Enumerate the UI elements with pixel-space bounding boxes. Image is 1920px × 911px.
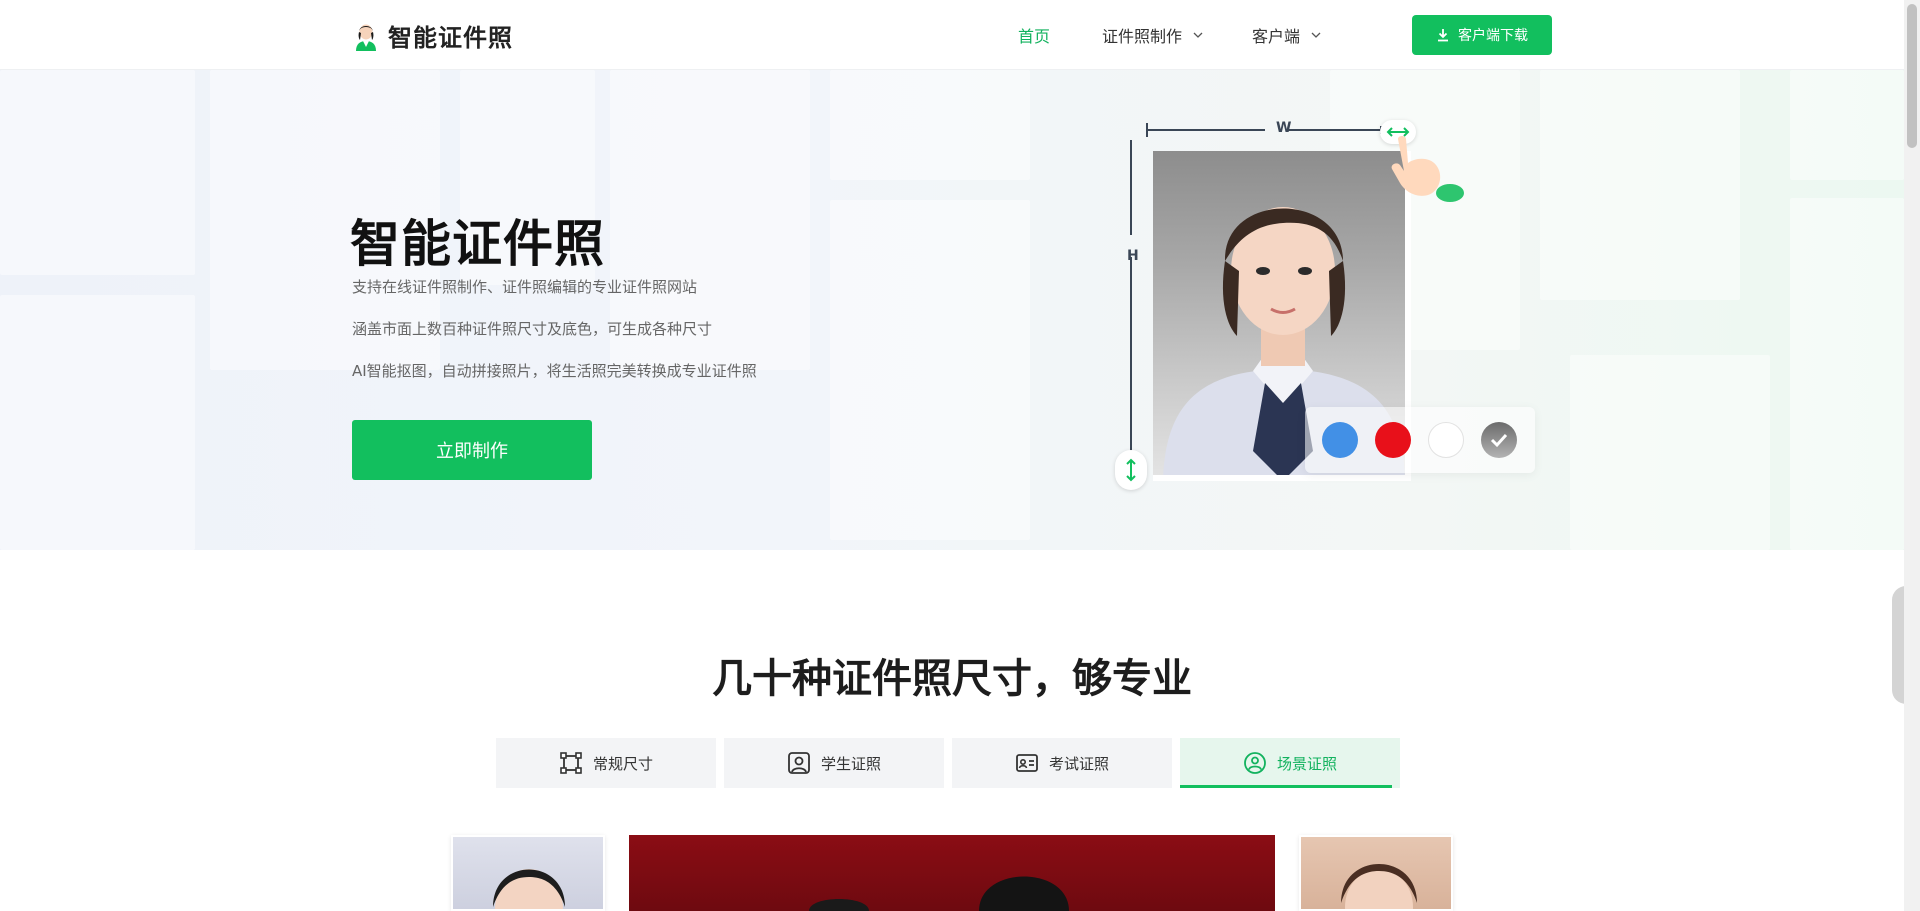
start-making-button[interactable]: 立即制作 [352,420,592,480]
sample-photo-center [629,835,1275,911]
site-logo[interactable]: 智能证件照 [352,18,513,53]
main-nav: 首页 证件照制作 客户端 [1018,0,1322,70]
swatch-white[interactable] [1428,422,1464,458]
bg-tile [0,70,195,275]
portrait-figure [493,869,565,909]
id-photo-illustration: W H [1105,115,1535,500]
bg-tile [0,295,195,550]
hero-description-2: 涵盖市面上数百种证件照尺寸及底色，可生成各种尺寸 [352,320,713,338]
tab-student-photo[interactable]: 学生证照 [724,738,944,788]
portrait-figure [1341,864,1417,909]
bg-tile [1540,70,1740,300]
logo-avatar-icon [352,20,380,52]
download-icon [1438,29,1448,42]
pointing-hand-icon [1391,136,1464,202]
nav-home[interactable]: 首页 [1018,23,1050,47]
chevron-down-icon [1193,32,1203,38]
tab-label: 考试证照 [1048,754,1109,773]
tab-exam-photo[interactable]: 考试证照 [952,738,1172,788]
tab-scene-photo[interactable]: 场景证照 [1180,738,1400,788]
swatch-gray-selected[interactable] [1481,422,1517,458]
hero-banner: 智能证件照 支持在线证件照制作、证件照编辑的专业证件照网站 涵盖市面上数百种证件… [0,70,1904,550]
logo-text: 智能证件照 [388,24,513,52]
background-color-picker [1305,407,1535,473]
bg-tile [830,200,1030,540]
bg-tile [1790,198,1904,550]
swatch-blue[interactable] [1322,422,1358,458]
scrollbar-thumb[interactable] [1907,4,1917,148]
nav-id-photo-label: 证件照制作 [1102,27,1183,46]
height-dimension-line [1130,140,1132,488]
id-card-icon [1016,754,1038,772]
page: 智能证件照 首页 证件照制作 客户端 客户端下载 智能证件照 支持在线证件照制作… [0,0,1920,911]
sample-photo-left [451,835,605,911]
width-dimension-line [1146,123,1382,137]
vertical-resize-handle[interactable] [1115,450,1147,490]
hero-title: 智能证件照 [350,215,605,273]
nav-home-label: 首页 [1018,27,1051,46]
height-label: H [1127,248,1139,264]
page-scrollbar[interactable] [1904,0,1920,911]
swatch-red[interactable] [1375,422,1411,458]
client-download-button[interactable]: 客户端下载 [1412,15,1552,55]
hero-description-1: 支持在线证件照制作、证件照编辑的专业证件照网站 [352,278,698,296]
vertical-arrows-icon [1126,458,1136,482]
bg-tile [1790,70,1904,180]
scene-icon [1244,752,1266,774]
tab-label: 常规尺寸 [592,754,653,773]
portrait-figure [809,876,1069,911]
nav-client[interactable]: 客户端 [1252,23,1322,47]
tab-label: 场景证照 [1276,754,1337,773]
size-category-tabs: 常规尺寸 学生证照 考试证照 场景证照 [496,738,1400,788]
tab-label: 学生证照 [820,754,881,773]
width-label: W [1276,120,1292,136]
checkmark-icon [1490,433,1508,448]
download-label: 客户端下载 [1458,28,1528,44]
bg-tile [830,70,1030,180]
chevron-down-icon [1311,32,1321,38]
nav-id-photo-making[interactable]: 证件照制作 [1102,23,1204,47]
nav-client-label: 客户端 [1252,27,1301,46]
section-title: 几十种证件照尺寸，够专业 [712,656,1192,702]
top-navbar: 智能证件照 首页 证件照制作 客户端 客户端下载 [0,0,1904,70]
hero-description-3: AI智能抠图，自动拼接照片，将生活照完美转换成专业证件照 [352,362,757,380]
sample-photo-right [1299,835,1453,911]
crop-frame-icon [560,752,582,774]
bg-tile [1570,355,1770,550]
tab-standard-size[interactable]: 常规尺寸 [496,738,716,788]
portrait-icon [788,752,810,774]
